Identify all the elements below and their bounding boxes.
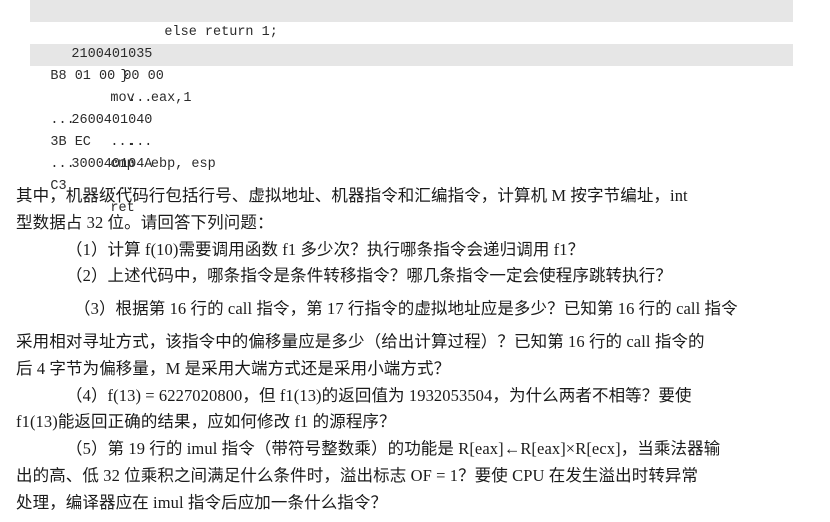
question-3-line: 采用相对寻址方式，该指令中的偏移量应是多少（给出计算过程）？已知第 16 行的 … xyxy=(16,331,705,351)
code-assembly-text: ret xyxy=(110,201,135,216)
question-4-line: （4）f(13) = 6227020800，但 f1(13)的返回值为 1932… xyxy=(66,385,692,405)
code-machine-bytes: C3 xyxy=(50,179,67,194)
code-line-address: 2100401035 xyxy=(71,47,153,62)
assembly-code-listing: else return 1; 2100401035 B8 01 00 00 00… xyxy=(0,0,830,216)
code-line-address: ... xyxy=(128,91,153,106)
question-5-line: （5）第 19 行的 imul 指令（带符号整数乘）的功能是 R[eax]←R[… xyxy=(66,439,721,459)
question-text-body: 其中，机器级代码行包括行号、虚拟地址、机器指令和汇编指令，计算机 M 按字节编址… xyxy=(0,183,830,517)
code-source-text: } xyxy=(120,69,129,84)
code-line-address: ... xyxy=(128,135,153,150)
code-line-address: 2600401040 xyxy=(71,113,153,128)
code-row: else return 1; xyxy=(0,0,830,40)
question-1-line: （1）计算 f(10)需要调用函数 f1 多少次？执行哪条指令会递归调用 f1？ xyxy=(66,239,585,259)
code-line-address: 300040104A xyxy=(71,157,153,172)
question-5-line: 处理，编译器应在 imul 指令后应加一条什么指令？ xyxy=(16,492,388,512)
question-4-line: f1(13)能返回正确的结果，应如何修改 f1 的源程序？ xyxy=(16,412,396,432)
question-3-line: 后 4 字节为偏移量，M 是采用大端方式还是采用小端方式？ xyxy=(16,358,451,378)
code-source-text: else return 1; xyxy=(164,25,278,40)
question-2-line: （2）上述代码中，哪条指令是条件转移指令？哪几条指令一定会使程序跳转执行？ xyxy=(66,266,672,286)
question-5-line: 出的高、低 32 位乘积之间满足什么条件时，溢出标志 OF = 1？要使 CPU… xyxy=(16,465,699,485)
question-3-line: （3）根据第 16 行的 call 指令，第 17 行指令的虚拟地址应是多少？已… xyxy=(74,299,738,319)
